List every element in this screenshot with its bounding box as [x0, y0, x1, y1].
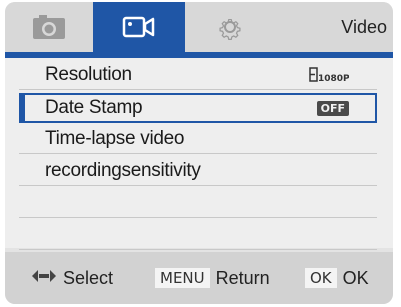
- menu-item-date-stamp[interactable]: Date Stamp OFF: [19, 93, 377, 123]
- menu-item-label: recordingsensitivity: [45, 160, 201, 181]
- return-label: Return: [215, 267, 270, 288]
- ok-key: OK: [305, 268, 337, 288]
- 1080p-icon: 1080P: [309, 66, 350, 84]
- video-camera-icon: [122, 15, 156, 39]
- help-select: Select: [31, 252, 113, 304]
- off-badge: OFF: [316, 101, 349, 116]
- tab-photo[interactable]: [5, 2, 93, 52]
- camera-menu-screen: Video Resolution 1080P Date Stamp OFF Ti…: [5, 2, 393, 304]
- ok-label: OK: [342, 267, 369, 288]
- menu-item-recording-sensitivity[interactable]: recordingsensitivity: [19, 156, 377, 186]
- menu-item-label: Resolution: [45, 64, 132, 85]
- camera-icon: [32, 14, 66, 40]
- tab-setup[interactable]: [185, 2, 275, 52]
- select-label: Select: [63, 267, 114, 288]
- tab-video[interactable]: [93, 2, 185, 52]
- mode-title: Video: [341, 17, 387, 37]
- help-return: MENU Return: [155, 252, 270, 304]
- menu-item-resolution[interactable]: Resolution 1080P: [19, 60, 377, 90]
- menu-item-label: Time-lapse video: [45, 128, 185, 149]
- menu-empty-row: [19, 220, 377, 250]
- svg-text:1080P: 1080P: [318, 74, 349, 84]
- value-badge: OFF: [316, 99, 349, 116]
- video-settings-menu: Resolution 1080P Date Stamp OFF Time-lap…: [5, 58, 393, 250]
- mode-tab-bar: Video: [5, 2, 393, 52]
- menu-empty-row: [19, 188, 377, 218]
- button-help-bar: Select MENU Return OK OK: [5, 252, 393, 304]
- menu-item-time-lapse[interactable]: Time-lapse video: [19, 124, 377, 154]
- left-right-arrows-icon: [31, 269, 57, 288]
- help-ok: OK OK: [305, 252, 369, 304]
- menu-item-label: Date Stamp: [45, 97, 143, 118]
- menu-key: MENU: [155, 268, 210, 288]
- gear-icon: [215, 12, 245, 42]
